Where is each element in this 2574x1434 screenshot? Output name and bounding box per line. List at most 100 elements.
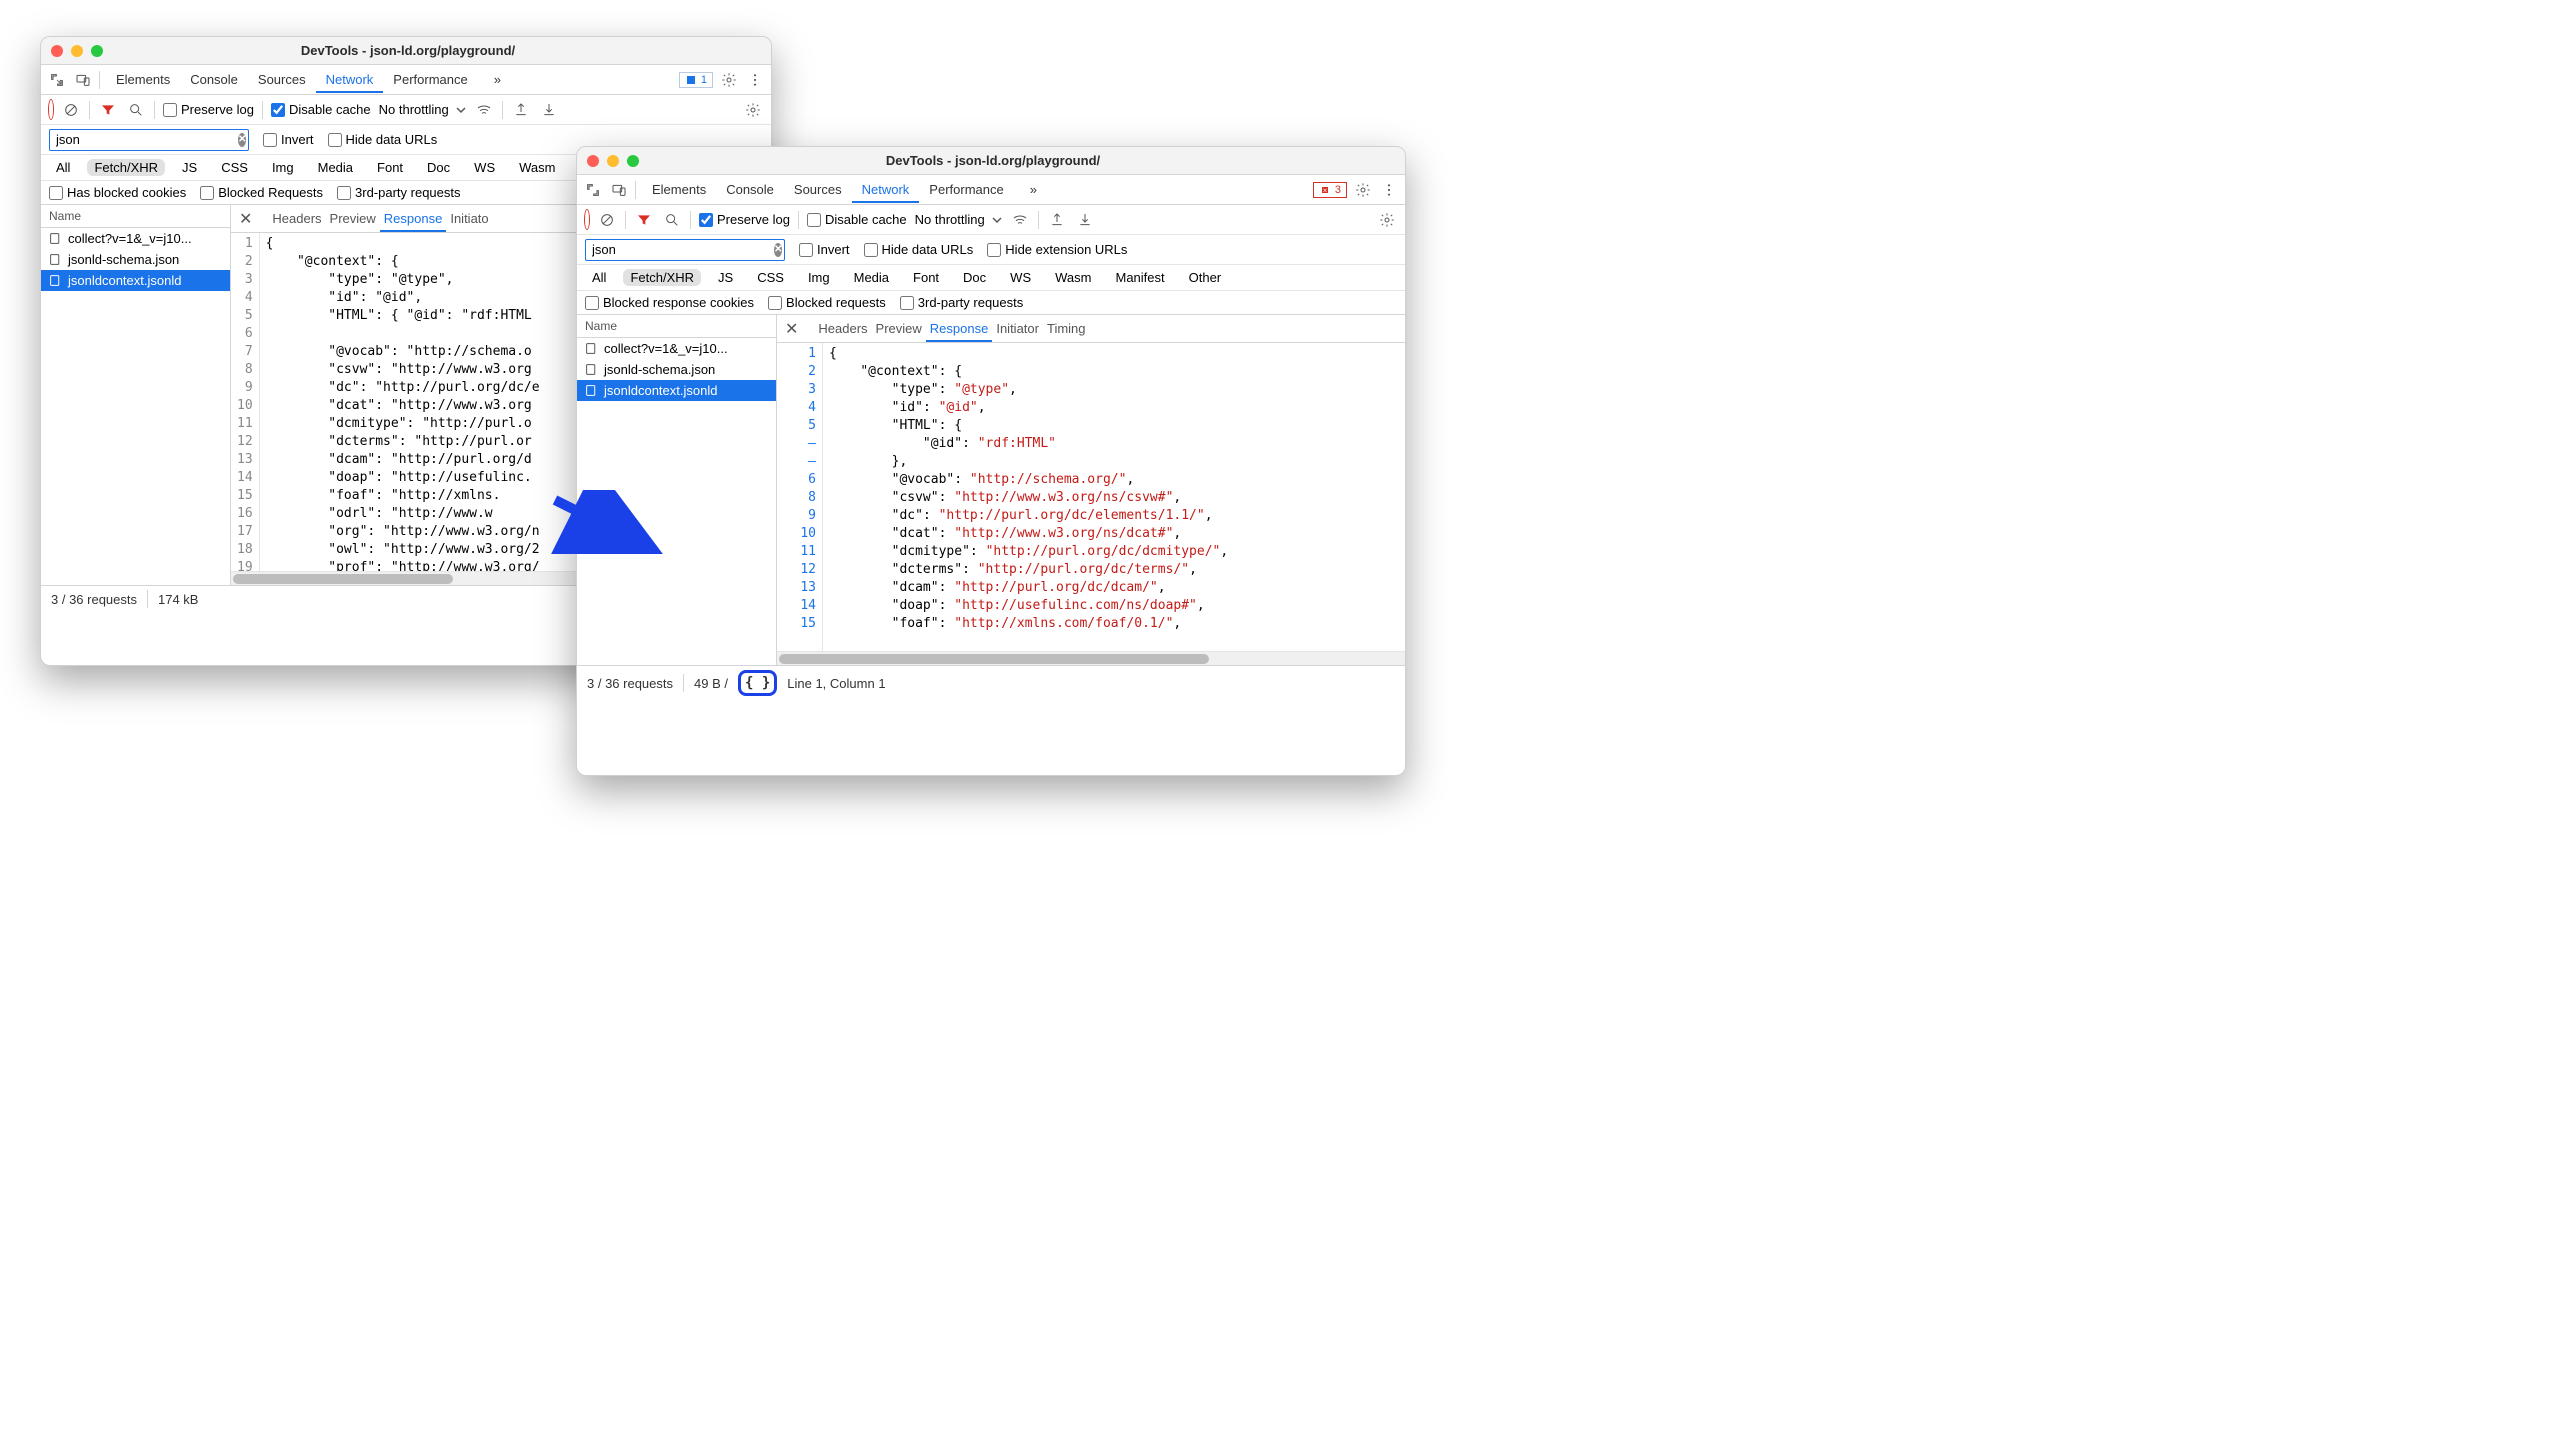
inspect-icon[interactable]	[583, 180, 603, 200]
tab-console[interactable]: Console	[180, 68, 248, 91]
fullscreen-dot[interactable]	[627, 155, 639, 167]
type-img[interactable]: Img	[265, 159, 301, 176]
type-ws[interactable]: WS	[1003, 269, 1038, 286]
filter-input[interactable]: ✕	[585, 239, 785, 261]
more-tabs[interactable]: »	[484, 68, 511, 91]
gear-icon[interactable]	[719, 70, 739, 90]
search-icon[interactable]	[662, 210, 682, 230]
wifi-icon[interactable]	[474, 100, 494, 120]
preserve-log-check[interactable]: Preserve log	[699, 212, 790, 227]
gear-icon[interactable]	[1353, 180, 1373, 200]
record-icon[interactable]	[49, 102, 53, 117]
type-media[interactable]: Media	[847, 269, 896, 286]
tab-performance[interactable]: Performance	[383, 68, 477, 91]
type-css[interactable]: CSS	[750, 269, 791, 286]
tab-elements[interactable]: Elements	[106, 68, 180, 91]
request-row[interactable]: jsonld-schema.json	[41, 249, 230, 270]
response-tab-preview[interactable]: Preview	[872, 317, 926, 340]
device-icon[interactable]	[73, 70, 93, 90]
clear-icon[interactable]	[61, 100, 81, 120]
download-icon[interactable]	[1075, 210, 1095, 230]
response-tab-response[interactable]: Response	[380, 207, 447, 232]
request-row[interactable]: collect?v=1&_v=j10...	[577, 338, 776, 359]
clear-filter-icon[interactable]: ✕	[774, 243, 782, 257]
type-font[interactable]: Font	[370, 159, 410, 176]
type-ws[interactable]: WS	[467, 159, 502, 176]
request-row[interactable]: collect?v=1&_v=j10...	[41, 228, 230, 249]
clear-icon[interactable]	[597, 210, 617, 230]
issues-badge[interactable]: 1	[679, 72, 713, 88]
request-row[interactable]: jsonldcontext.jsonld	[41, 270, 230, 291]
name-column-header[interactable]: Name	[577, 315, 776, 338]
invert-check[interactable]: Invert	[263, 132, 314, 147]
close-dot[interactable]	[587, 155, 599, 167]
wifi-icon[interactable]	[1010, 210, 1030, 230]
type-doc[interactable]: Doc	[956, 269, 993, 286]
preserve-log-check[interactable]: Preserve log	[163, 102, 254, 117]
check-3rd-party-requests[interactable]: 3rd-party requests	[337, 185, 461, 200]
invert-check[interactable]: Invert	[799, 242, 850, 257]
horizontal-scrollbar[interactable]	[777, 651, 1405, 665]
tab-network[interactable]: Network	[852, 178, 920, 203]
device-icon[interactable]	[609, 180, 629, 200]
disable-cache-check[interactable]: Disable cache	[271, 102, 371, 117]
hide-dataurls-check[interactable]: Hide data URLs	[328, 132, 438, 147]
response-tab-headers[interactable]: Headers	[268, 207, 325, 230]
kebab-icon[interactable]	[745, 70, 765, 90]
name-column-header[interactable]: Name	[41, 205, 230, 228]
tab-network[interactable]: Network	[316, 68, 384, 93]
upload-icon[interactable]	[1047, 210, 1067, 230]
pretty-print-button[interactable]: { }	[738, 670, 777, 696]
response-tab-initiator[interactable]: Initiator	[992, 317, 1043, 340]
network-settings-icon[interactable]	[743, 100, 763, 120]
filter-input[interactable]: ✕	[49, 129, 249, 151]
close-dot[interactable]	[51, 45, 63, 57]
type-font[interactable]: Font	[906, 269, 946, 286]
tab-console[interactable]: Console	[716, 178, 784, 201]
close-details-icon[interactable]: ✕	[785, 319, 802, 339]
type-wasm[interactable]: Wasm	[512, 159, 562, 176]
response-tab-response[interactable]: Response	[926, 317, 993, 342]
response-tab-timing[interactable]: Timing	[1043, 317, 1090, 340]
type-js[interactable]: JS	[175, 159, 204, 176]
errors-badge[interactable]: ✕ 3	[1313, 182, 1347, 198]
close-details-icon[interactable]: ✕	[239, 209, 256, 229]
request-row[interactable]: jsonld-schema.json	[577, 359, 776, 380]
throttling-select[interactable]: No throttling	[379, 102, 467, 117]
hide-exturls-check[interactable]: Hide extension URLs	[987, 242, 1127, 257]
type-manifest[interactable]: Manifest	[1108, 269, 1171, 286]
type-css[interactable]: CSS	[214, 159, 255, 176]
request-row[interactable]: jsonldcontext.jsonld	[577, 380, 776, 401]
search-icon[interactable]	[126, 100, 146, 120]
kebab-icon[interactable]	[1379, 180, 1399, 200]
type-js[interactable]: JS	[711, 269, 740, 286]
disable-cache-check[interactable]: Disable cache	[807, 212, 907, 227]
check-3rd-party-requests[interactable]: 3rd-party requests	[900, 295, 1024, 310]
tab-elements[interactable]: Elements	[642, 178, 716, 201]
tab-sources[interactable]: Sources	[248, 68, 316, 91]
check-has-blocked-cookies[interactable]: Has blocked cookies	[49, 185, 186, 200]
clear-filter-icon[interactable]: ✕	[238, 133, 246, 147]
minimize-dot[interactable]	[71, 45, 83, 57]
response-tab-preview[interactable]: Preview	[326, 207, 380, 230]
throttling-select[interactable]: No throttling	[915, 212, 1003, 227]
type-fetchxhr[interactable]: Fetch/XHR	[623, 269, 701, 286]
response-tab-initiato[interactable]: Initiato	[446, 207, 492, 230]
check-blocked-response-cookies[interactable]: Blocked response cookies	[585, 295, 754, 310]
filter-icon[interactable]	[634, 210, 654, 230]
hide-dataurls-check[interactable]: Hide data URLs	[864, 242, 974, 257]
type-doc[interactable]: Doc	[420, 159, 457, 176]
fullscreen-dot[interactable]	[91, 45, 103, 57]
type-media[interactable]: Media	[311, 159, 360, 176]
download-icon[interactable]	[539, 100, 559, 120]
tab-performance[interactable]: Performance	[919, 178, 1013, 201]
network-settings-icon[interactable]	[1377, 210, 1397, 230]
upload-icon[interactable]	[511, 100, 531, 120]
type-all[interactable]: All	[585, 269, 613, 286]
check-blocked-requests[interactable]: Blocked Requests	[200, 185, 323, 200]
type-all[interactable]: All	[49, 159, 77, 176]
type-other[interactable]: Other	[1182, 269, 1229, 286]
type-img[interactable]: Img	[801, 269, 837, 286]
type-wasm[interactable]: Wasm	[1048, 269, 1098, 286]
type-fetchxhr[interactable]: Fetch/XHR	[87, 159, 165, 176]
